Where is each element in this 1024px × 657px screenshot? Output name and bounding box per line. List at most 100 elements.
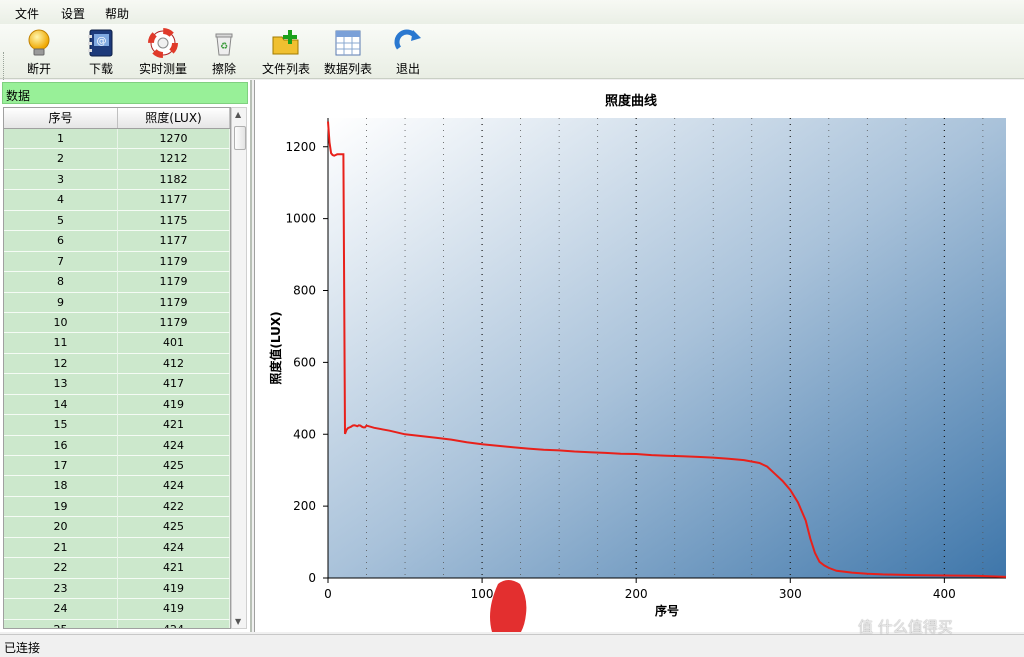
cell-index: 13 bbox=[4, 374, 118, 395]
menu-help[interactable]: 帮助 bbox=[105, 5, 129, 22]
file-list-label: 文件列表 bbox=[261, 62, 310, 76]
chart-panel: 照度曲线 0 200 400 600 800 1000 1200 0 100 200 300 400 序… bbox=[254, 80, 1024, 632]
table-row[interactable]: 7 1179 bbox=[4, 251, 230, 273]
status-bar: 已连接 bbox=[0, 634, 1024, 657]
table-row[interactable]: 20 425 bbox=[4, 517, 230, 538]
table-row[interactable]: 24 419 bbox=[4, 599, 230, 620]
table-row[interactable]: 9 1179 bbox=[4, 292, 230, 313]
cell-lux: 419 bbox=[118, 578, 230, 600]
realtime-measure-button[interactable]: 实时测量 bbox=[136, 26, 190, 76]
cell-lux: 424 bbox=[118, 619, 230, 628]
erase-label: 擦除 bbox=[211, 62, 236, 76]
cell-index: 17 bbox=[4, 456, 118, 477]
cell-index: 21 bbox=[4, 537, 118, 559]
column-header-index[interactable]: 序号 bbox=[4, 108, 118, 128]
erase-button[interactable]: ♻ 擦除 bbox=[204, 26, 244, 76]
scroll-down-icon[interactable]: ▼ bbox=[235, 617, 241, 626]
data-panel: 数据 序号 照度(LUX) 1 1270 2 1212 3 1182 4 1177 5 1175 6… bbox=[0, 80, 252, 632]
x-tick-label: 0 bbox=[324, 587, 332, 601]
y-tick-label: 400 bbox=[293, 427, 316, 441]
address-book-icon: @ bbox=[88, 29, 113, 57]
table-row[interactable]: 13 417 bbox=[4, 374, 230, 395]
calendar-grid-icon bbox=[335, 30, 361, 56]
table-row[interactable]: 19 422 bbox=[4, 496, 230, 518]
table-row[interactable]: 25 424 bbox=[4, 619, 230, 628]
cell-lux: 412 bbox=[118, 353, 230, 375]
download-button[interactable]: @ 下载 bbox=[80, 26, 122, 76]
watermark-text: 值 什么值得买 bbox=[858, 618, 953, 636]
y-tick-label: 600 bbox=[293, 355, 316, 369]
y-tick-label: 800 bbox=[293, 284, 316, 298]
cell-index: 12 bbox=[4, 353, 118, 375]
file-list-button[interactable]: 文件列表 bbox=[258, 26, 314, 76]
plot-area bbox=[328, 118, 1006, 578]
cell-lux: 1179 bbox=[118, 292, 230, 313]
cell-index: 18 bbox=[4, 476, 118, 497]
table-row[interactable]: 17 425 bbox=[4, 456, 230, 477]
menu-file[interactable]: 文件 bbox=[15, 5, 39, 22]
cell-lux: 1270 bbox=[118, 129, 230, 150]
grid-header: 序号 照度(LUX) bbox=[4, 108, 230, 129]
cell-lux: 419 bbox=[118, 599, 230, 620]
table-row[interactable]: 5 1175 bbox=[4, 210, 230, 232]
cell-lux: 401 bbox=[118, 333, 230, 354]
lifebuoy-icon bbox=[148, 28, 178, 58]
table-row[interactable]: 3 1182 bbox=[4, 169, 230, 191]
menu-settings[interactable]: 设置 bbox=[61, 5, 85, 22]
cell-lux: 417 bbox=[118, 374, 230, 395]
cell-index: 16 bbox=[4, 435, 118, 456]
x-tick-label: 300 bbox=[779, 587, 802, 601]
scroll-thumb[interactable] bbox=[234, 126, 246, 150]
grid-body: 1 1270 2 1212 3 1182 4 1177 5 1175 6 1177 7 1179 8 1179… bbox=[4, 129, 230, 628]
cell-lux: 1182 bbox=[118, 169, 230, 191]
toolbar: 断开 @ 下载 实时测量 ♻ 擦除 文件列表 数据列表 退出 bbox=[0, 24, 1024, 98]
cell-index: 4 bbox=[4, 190, 118, 211]
cell-index: 5 bbox=[4, 210, 118, 232]
cell-index: 24 bbox=[4, 599, 118, 620]
data-list-button[interactable]: 数据列表 bbox=[320, 26, 376, 76]
table-row[interactable]: 1 1270 bbox=[4, 129, 230, 150]
exit-button[interactable]: 退出 bbox=[390, 26, 426, 76]
cell-lux: 425 bbox=[118, 517, 230, 538]
table-row[interactable]: 12 412 bbox=[4, 353, 230, 375]
table-row[interactable]: 18 424 bbox=[4, 476, 230, 497]
svg-text:♻: ♻ bbox=[220, 42, 228, 52]
y-tick-label: 1000 bbox=[285, 212, 316, 226]
cell-index: 3 bbox=[4, 169, 118, 191]
cell-index: 1 bbox=[4, 129, 118, 150]
table-row[interactable]: 14 419 bbox=[4, 394, 230, 416]
data-grid[interactable]: 序号 照度(LUX) 1 1270 2 1212 3 1182 4 1177 5 1175 6 117… bbox=[3, 107, 231, 629]
column-header-lux[interactable]: 照度(LUX) bbox=[118, 108, 230, 128]
table-row[interactable]: 21 424 bbox=[4, 537, 230, 559]
cell-index: 2 bbox=[4, 149, 118, 170]
menu-bar: 文件 设置 帮助 bbox=[0, 0, 1024, 24]
download-label: 下载 bbox=[88, 62, 113, 76]
disconnect-button[interactable]: 断开 bbox=[18, 26, 60, 76]
x-tick-label: 400 bbox=[933, 587, 956, 601]
table-row[interactable]: 8 1179 bbox=[4, 272, 230, 293]
refresh-arrow-icon bbox=[394, 29, 421, 50]
cell-lux: 1179 bbox=[118, 272, 230, 293]
table-row[interactable]: 16 424 bbox=[4, 435, 230, 456]
vertical-scrollbar[interactable]: ▲ ▼ bbox=[231, 107, 247, 629]
table-row[interactable]: 10 1179 bbox=[4, 312, 230, 334]
cell-index: 22 bbox=[4, 558, 118, 579]
table-row[interactable]: 15 421 bbox=[4, 415, 230, 436]
table-row[interactable]: 2 1212 bbox=[4, 149, 230, 170]
scroll-up-icon[interactable]: ▲ bbox=[235, 110, 241, 119]
table-row[interactable]: 11 401 bbox=[4, 333, 230, 354]
cell-lux: 1179 bbox=[118, 251, 230, 273]
y-axis-label: 照度值(LUX) bbox=[268, 311, 283, 384]
table-row[interactable]: 23 419 bbox=[4, 578, 230, 600]
y-tick-label: 0 bbox=[308, 571, 316, 585]
cell-lux: 424 bbox=[118, 537, 230, 559]
cell-index: 10 bbox=[4, 312, 118, 334]
table-row[interactable]: 4 1177 bbox=[4, 190, 230, 211]
table-row[interactable]: 22 421 bbox=[4, 558, 230, 579]
cell-index: 9 bbox=[4, 292, 118, 313]
x-tick-label: 100 bbox=[471, 587, 494, 601]
cell-index: 8 bbox=[4, 272, 118, 293]
connection-status: 已连接 bbox=[4, 641, 41, 655]
cell-lux: 1175 bbox=[118, 210, 230, 232]
table-row[interactable]: 6 1177 bbox=[4, 231, 230, 252]
